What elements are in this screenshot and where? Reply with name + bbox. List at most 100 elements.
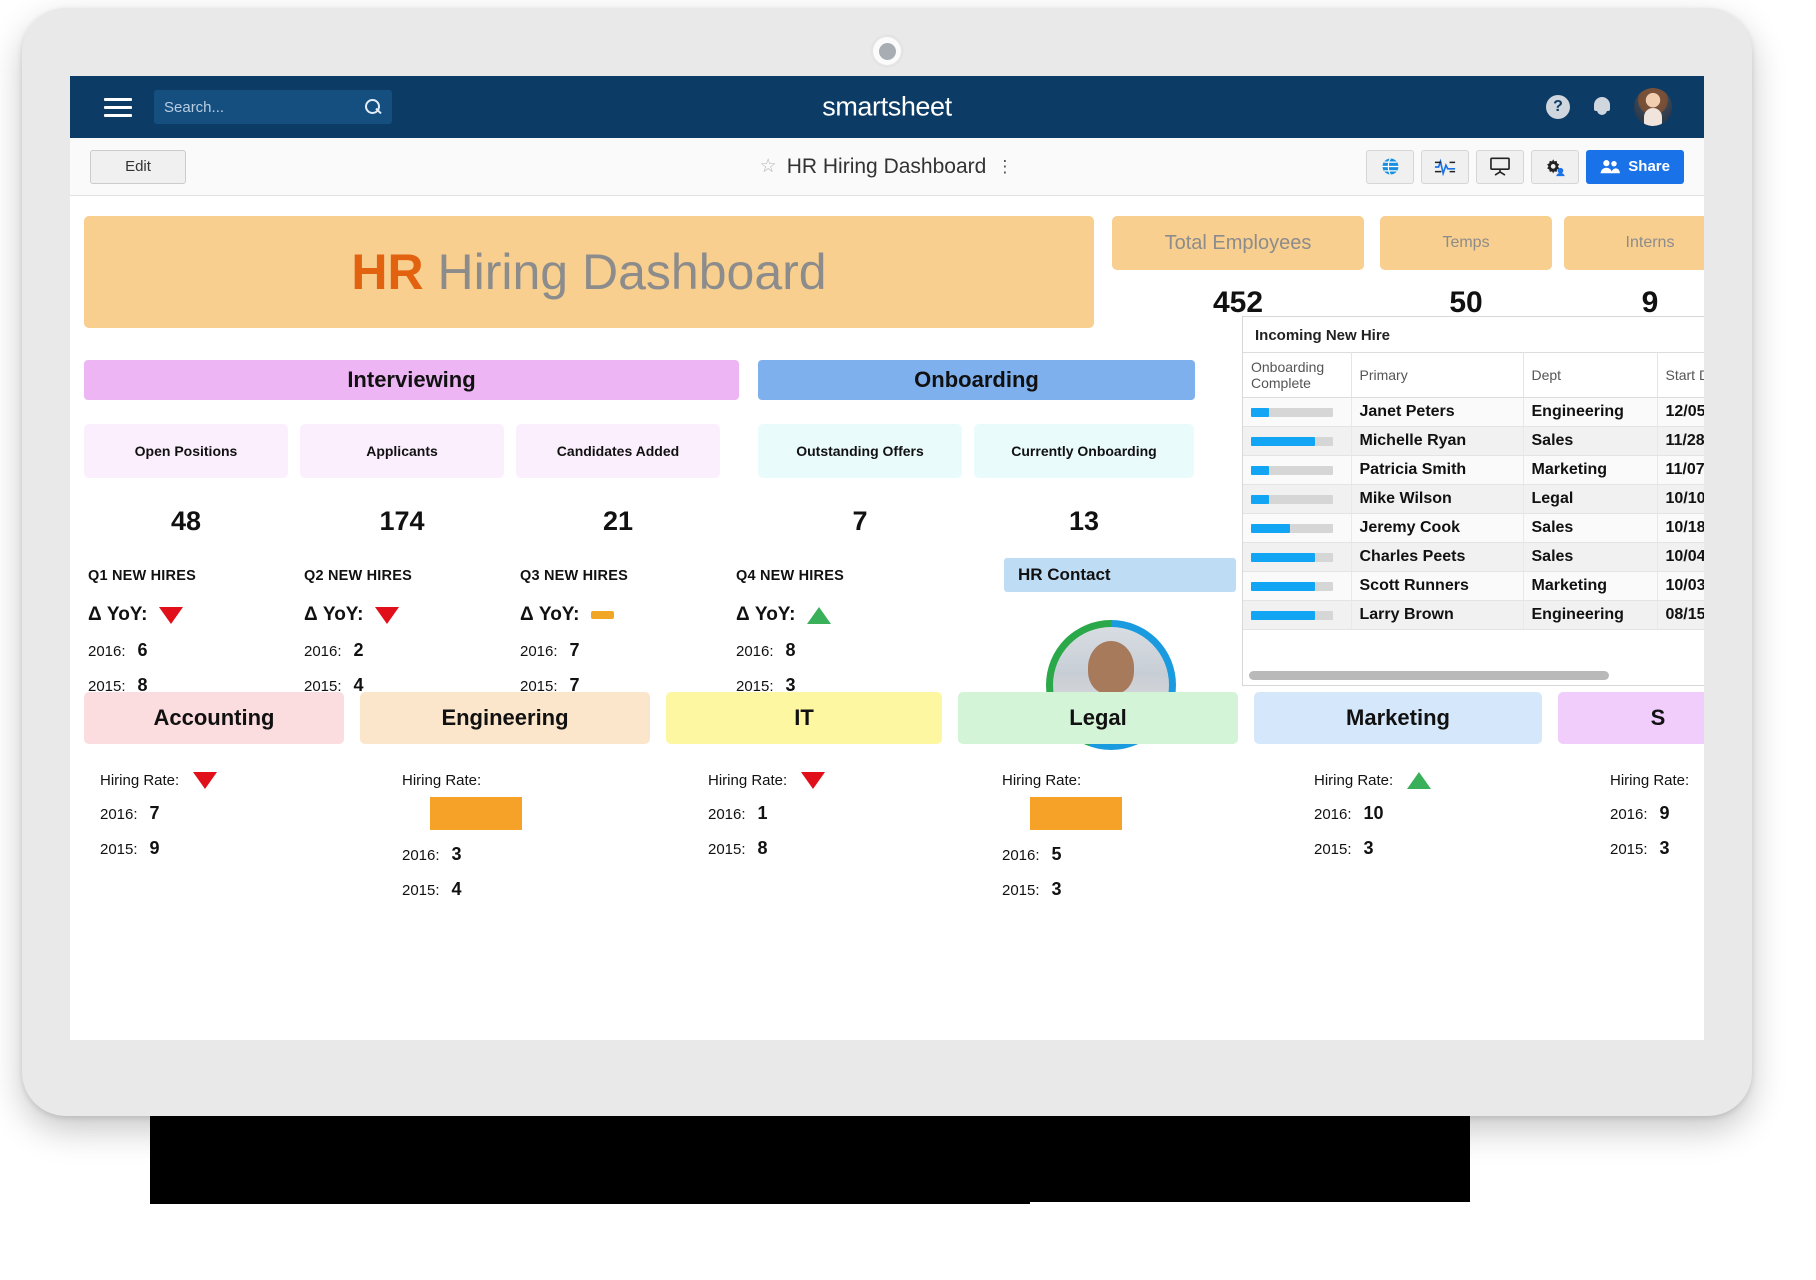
kpi-value: 9	[1641, 286, 1659, 319]
more-options-icon[interactable]: ⋮	[996, 158, 1014, 175]
cell-primary-name: Janet Peters	[1351, 397, 1524, 427]
year-label: 2016:	[520, 643, 558, 660]
year-value: 7	[149, 803, 160, 823]
hamburger-menu-icon[interactable]	[104, 93, 132, 122]
quarter-block-q2: Q2 NEW HIRES Δ YoY: 2016: 2 2015: 4	[304, 568, 412, 696]
dept-label: Legal	[958, 692, 1238, 744]
col-header-dept[interactable]: Dept	[1523, 352, 1658, 398]
dept-card-sales[interactable]: S	[1558, 692, 1704, 744]
year-label: 2016:	[708, 806, 746, 823]
kpi-label: Temps	[1380, 216, 1552, 270]
col-header-primary[interactable]: Primary	[1351, 352, 1524, 398]
table-row[interactable]: Michelle RyanSales11/28/1	[1243, 426, 1704, 456]
year-label: 2015:	[402, 882, 440, 899]
smartsheet-logo: smartsheet	[822, 91, 952, 122]
incoming-new-hire-grid[interactable]: Incoming New Hire Onboarding Complete Pr…	[1242, 316, 1704, 686]
kpi-temps[interactable]: Temps 50	[1380, 216, 1552, 320]
quarter-label: Q2 NEW HIRES	[304, 568, 412, 584]
kpi-interns[interactable]: Interns 9	[1564, 216, 1704, 320]
dept-card-it[interactable]: IT	[666, 692, 942, 744]
bell-icon[interactable]	[1592, 95, 1612, 119]
table-row[interactable]: Charles PeetsSales10/04/1	[1243, 542, 1704, 572]
dept-card-accounting[interactable]: Accounting	[84, 692, 344, 744]
cell-start-date: 12/05/1	[1657, 397, 1704, 427]
cell-primary-name: Michelle Ryan	[1351, 426, 1524, 456]
kpi-value: 50	[1449, 286, 1483, 319]
dept-card-marketing[interactable]: Marketing	[1254, 692, 1542, 744]
hiring-rate-label: Hiring Rate:	[1610, 772, 1690, 789]
activity-log-icon[interactable]	[1421, 149, 1470, 184]
quarter-label: Q1 NEW HIRES	[88, 568, 196, 584]
dashboard-title-banner: HR Hiring Dashboard	[84, 216, 1094, 328]
cell-onboarding-progress	[1243, 542, 1352, 572]
horizontal-scrollbar[interactable]	[1249, 671, 1609, 680]
cell-onboarding-progress	[1243, 600, 1352, 630]
cell-dept: Engineering	[1523, 397, 1658, 427]
search-input-wrapper[interactable]	[154, 90, 392, 124]
front-camera-icon	[870, 34, 904, 68]
favorite-star-icon[interactable]: ☆	[760, 155, 777, 178]
cell-primary-name: Mike Wilson	[1351, 484, 1524, 514]
dept-label: S	[1558, 692, 1704, 744]
year-label: 2015:	[1314, 841, 1352, 858]
hr-contact-label: HR Contact	[1004, 558, 1236, 592]
yoy-label: Δ YoY:	[520, 604, 580, 625]
dept-card-engineering[interactable]: Engineering	[360, 692, 650, 744]
table-row[interactable]: Mike WilsonLegal10/10/1	[1243, 484, 1704, 514]
cell-primary-name: Scott Runners	[1351, 571, 1524, 601]
metric-card-open-positions[interactable]: Open Positions	[84, 424, 288, 478]
cell-primary-name: Charles Peets	[1351, 542, 1524, 572]
metric-card-candidates-added[interactable]: Candidates Added	[516, 424, 720, 478]
hiring-rate-bar	[1030, 797, 1122, 830]
dashboard-title: HR Hiring Dashboard	[351, 243, 826, 301]
search-icon[interactable]	[365, 98, 382, 116]
cell-start-date: 08/15/1	[1657, 600, 1704, 630]
table-row[interactable]: Janet PetersEngineering12/05/1	[1243, 397, 1704, 427]
cell-onboarding-progress	[1243, 484, 1352, 514]
dept-2016: 2016: 9	[1610, 803, 1689, 824]
yoy-label: Δ YoY:	[736, 604, 796, 625]
trend-up-icon	[1407, 772, 1432, 789]
search-input[interactable]	[164, 98, 365, 116]
trend-down-icon	[159, 606, 184, 624]
table-row[interactable]: Jeremy CookSales10/18/1	[1243, 513, 1704, 543]
grid-title: Incoming New Hire	[1255, 327, 1391, 344]
publish-globe-icon[interactable]	[1366, 149, 1415, 184]
year-value: 3	[1363, 838, 1374, 858]
table-row[interactable]: Scott RunnersMarketing10/03/1	[1243, 571, 1704, 601]
hiring-rate-row: Hiring Rate:	[708, 772, 826, 789]
admin-gear-icon[interactable]	[1531, 149, 1580, 184]
year-value: 5	[1051, 844, 1062, 864]
avatar[interactable]	[1634, 88, 1672, 126]
progress-bar	[1251, 436, 1333, 446]
dept-body-it: Hiring Rate: 2016: 1 2015: 8	[708, 772, 826, 859]
presentation-icon[interactable]	[1476, 149, 1525, 184]
col-header-onboarding-complete[interactable]: Onboarding Complete	[1243, 352, 1352, 398]
metric-card-currently-onboarding[interactable]: Currently Onboarding	[974, 424, 1194, 478]
kpi-total-employees[interactable]: Total Employees 452	[1112, 216, 1364, 320]
dept-card-legal[interactable]: Legal	[958, 692, 1238, 744]
year-value: 2	[353, 640, 364, 660]
dept-2015: 2015: 3	[1314, 838, 1431, 859]
tablet-stand	[150, 1116, 1470, 1202]
dept-label: IT	[666, 692, 942, 744]
cell-start-date: 10/10/1	[1657, 484, 1704, 514]
edit-button[interactable]: Edit	[90, 149, 186, 184]
help-icon[interactable]: ?	[1546, 95, 1570, 119]
people-icon	[1600, 160, 1621, 174]
page-title: HR Hiring Dashboard	[786, 154, 987, 178]
dept-label: Marketing	[1254, 692, 1542, 744]
year-value: 3	[1659, 838, 1670, 858]
yoy-label: Δ YoY:	[304, 604, 364, 625]
year-label: 2016:	[304, 643, 342, 660]
metric-card-applicants[interactable]: Applicants	[300, 424, 504, 478]
metric-card-outstanding-offers[interactable]: Outstanding Offers	[758, 424, 962, 478]
cell-dept: Marketing	[1523, 455, 1658, 485]
col-header-start-date[interactable]: Start D	[1657, 352, 1704, 398]
trend-down-icon	[375, 606, 400, 624]
hiring-rate-label: Hiring Rate:	[402, 772, 482, 789]
share-button[interactable]: Share	[1586, 149, 1684, 184]
table-row[interactable]: Larry BrownEngineering08/15/1	[1243, 600, 1704, 630]
table-row[interactable]: Patricia SmithMarketing11/07/1	[1243, 455, 1704, 485]
kpi-label: Total Employees	[1112, 216, 1364, 270]
